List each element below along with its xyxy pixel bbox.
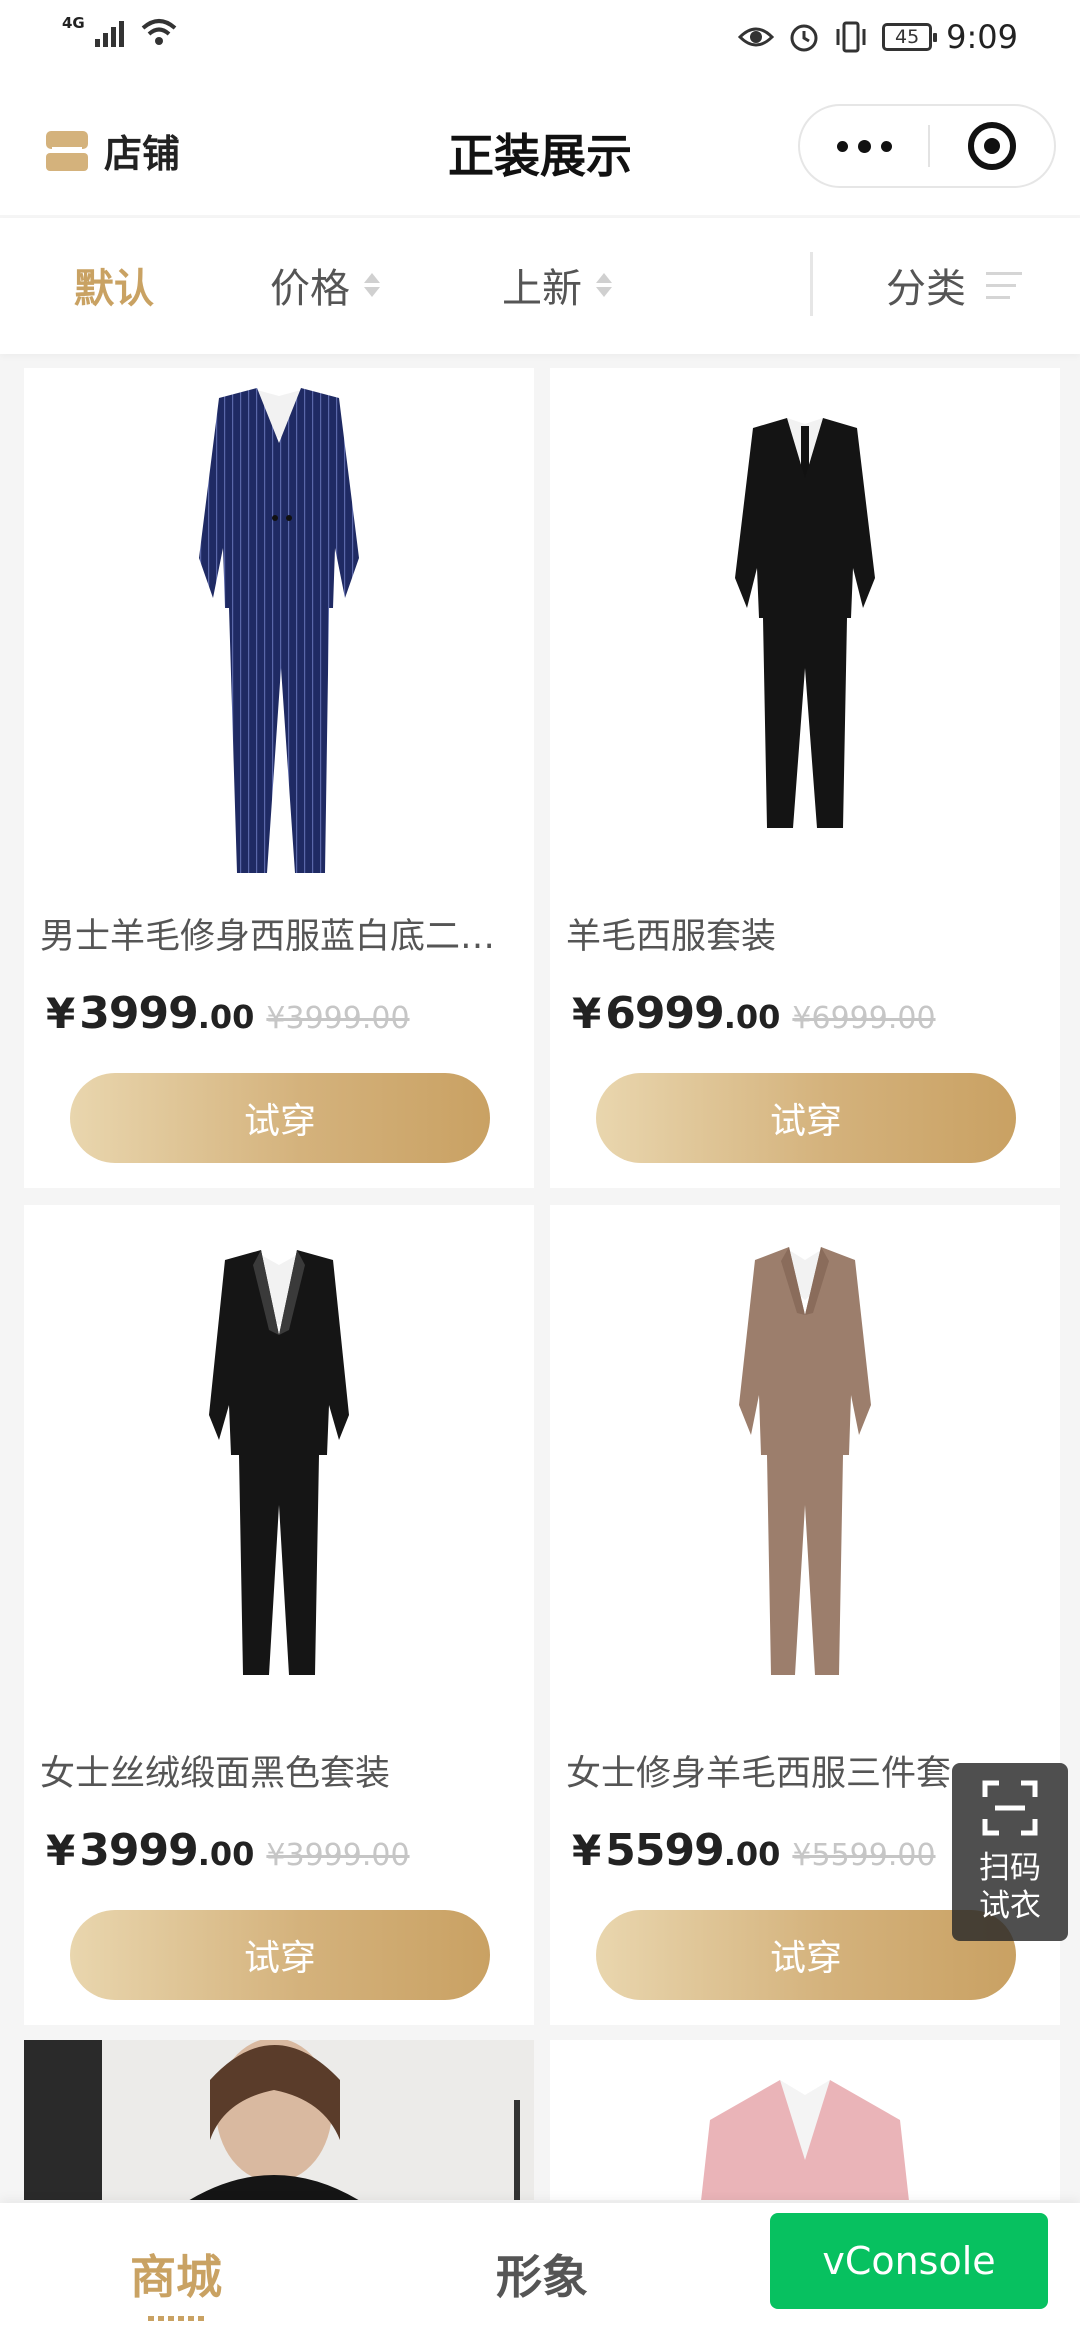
product-name: 男士羊毛修身西服蓝白底二件套 <box>40 917 518 957</box>
currency-symbol: ¥ <box>46 1826 76 1875</box>
filter-new-label: 上新 <box>502 266 582 312</box>
original-price: ¥6999.00 <box>792 1001 936 1036</box>
tab-image[interactable]: 形象 <box>496 2241 588 2307</box>
price-integer: 3999 <box>79 1825 198 1876</box>
product-card[interactable]: 羊毛西服套装 ¥ 6999 .00 ¥6999.00 试穿 <box>550 368 1060 1188</box>
target-icon <box>968 122 1016 170</box>
product-card[interactable] <box>24 2040 534 2200</box>
vconsole-button[interactable]: vConsole <box>770 2213 1048 2309</box>
try-on-button[interactable]: 试穿 <box>70 1073 490 1163</box>
battery-icon: 45 <box>882 23 938 51</box>
filter-price[interactable]: 价格 <box>270 256 380 314</box>
miniprogram-capsule <box>798 104 1056 188</box>
price-decimal: .00 <box>723 998 781 1036</box>
filter-category[interactable]: 分类 <box>886 256 1022 314</box>
product-card[interactable]: 女士丝绒缎面黑色套装 ¥ 3999 .00 ¥3999.00 试穿 <box>24 1205 534 2025</box>
brown-three-piece-suit-image <box>739 1247 871 1675</box>
try-on-button[interactable]: 试穿 <box>70 1910 490 2000</box>
price-row: ¥ 3999 .00 ¥3999.00 <box>46 1825 410 1876</box>
battery-level: 45 <box>895 26 920 48</box>
pink-blazer-image <box>550 2040 1060 2200</box>
status-bar: 4G 45 9:09 <box>0 0 1080 80</box>
filter-divider <box>810 252 813 316</box>
try-on-button[interactable]: 试穿 <box>596 1073 1016 1163</box>
network-type: 4G <box>62 14 85 32</box>
original-price: ¥3999.00 <box>266 1838 410 1873</box>
sort-arrows-icon <box>596 273 612 297</box>
more-menu-button[interactable] <box>800 106 928 186</box>
scan-try-on-button[interactable]: 扫码 试衣 <box>952 1763 1068 1941</box>
scan-label-line1: 扫码 <box>979 1850 1041 1886</box>
clock: 9:09 <box>946 18 1018 56</box>
black-velvet-suit-image <box>209 1250 349 1675</box>
filter-default[interactable]: 默认 <box>74 256 154 314</box>
currency-symbol: ¥ <box>572 989 602 1038</box>
product-name: 羊毛西服套装 <box>566 917 777 957</box>
scan-icon <box>982 1780 1038 1836</box>
list-icon <box>986 271 1022 299</box>
navy-pinstripe-suit-image <box>199 388 359 873</box>
price-integer: 3999 <box>79 988 198 1039</box>
filter-new[interactable]: 上新 <box>502 256 612 314</box>
black-suit-image <box>735 418 875 828</box>
filter-price-label: 价格 <box>270 266 350 312</box>
filter-category-label: 分类 <box>886 266 966 312</box>
status-left: 4G <box>62 14 179 48</box>
alarm-icon <box>790 24 818 52</box>
price-integer: 6999 <box>605 988 724 1039</box>
dot-icon <box>880 140 892 152</box>
product-photo[interactable] <box>24 368 534 888</box>
vibrate-icon <box>836 21 866 53</box>
close-miniprogram-button[interactable] <box>930 106 1054 186</box>
dot-icon <box>836 140 848 152</box>
eye-icon <box>738 27 775 47</box>
currency-symbol: ¥ <box>46 989 76 1038</box>
product-photo[interactable] <box>550 1205 1060 1725</box>
wifi-icon <box>141 19 177 45</box>
product-card[interactable]: 男士羊毛修身西服蓝白底二件套 ¥ 3999 .00 ¥3999.00 试穿 <box>24 368 534 1188</box>
dot-icon <box>857 139 871 153</box>
signal-icon <box>94 21 124 47</box>
status-right: 45 9:09 <box>738 18 1018 56</box>
price-row: ¥ 5599 .00 ¥5599.00 <box>572 1825 936 1876</box>
sort-arrows-icon <box>364 273 380 297</box>
original-price: ¥5599.00 <box>792 1838 936 1873</box>
filter-default-label: 默认 <box>74 266 154 312</box>
product-card[interactable] <box>550 2040 1060 2200</box>
filter-bar: 默认 价格 上新 分类 <box>0 218 1080 354</box>
product-photo[interactable] <box>550 368 1060 888</box>
product-photo[interactable] <box>24 1205 534 1725</box>
nav-header: 店铺 正装展示 <box>0 80 1080 215</box>
price-integer: 5599 <box>605 1825 724 1876</box>
price-row: ¥ 3999 .00 ¥3999.00 <box>46 988 410 1039</box>
price-decimal: .00 <box>197 998 255 1036</box>
model-photo-image <box>24 2040 534 2200</box>
price-row: ¥ 6999 .00 ¥6999.00 <box>572 988 936 1039</box>
product-name: 女士丝绒缎面黑色套装 <box>40 1754 391 1794</box>
tab-mall[interactable]: 商城 <box>130 2241 222 2321</box>
price-decimal: .00 <box>723 1835 781 1873</box>
original-price: ¥3999.00 <box>266 1001 410 1036</box>
price-decimal: .00 <box>197 1835 255 1873</box>
currency-symbol: ¥ <box>572 1826 602 1875</box>
scan-label-line2: 试衣 <box>979 1888 1041 1924</box>
